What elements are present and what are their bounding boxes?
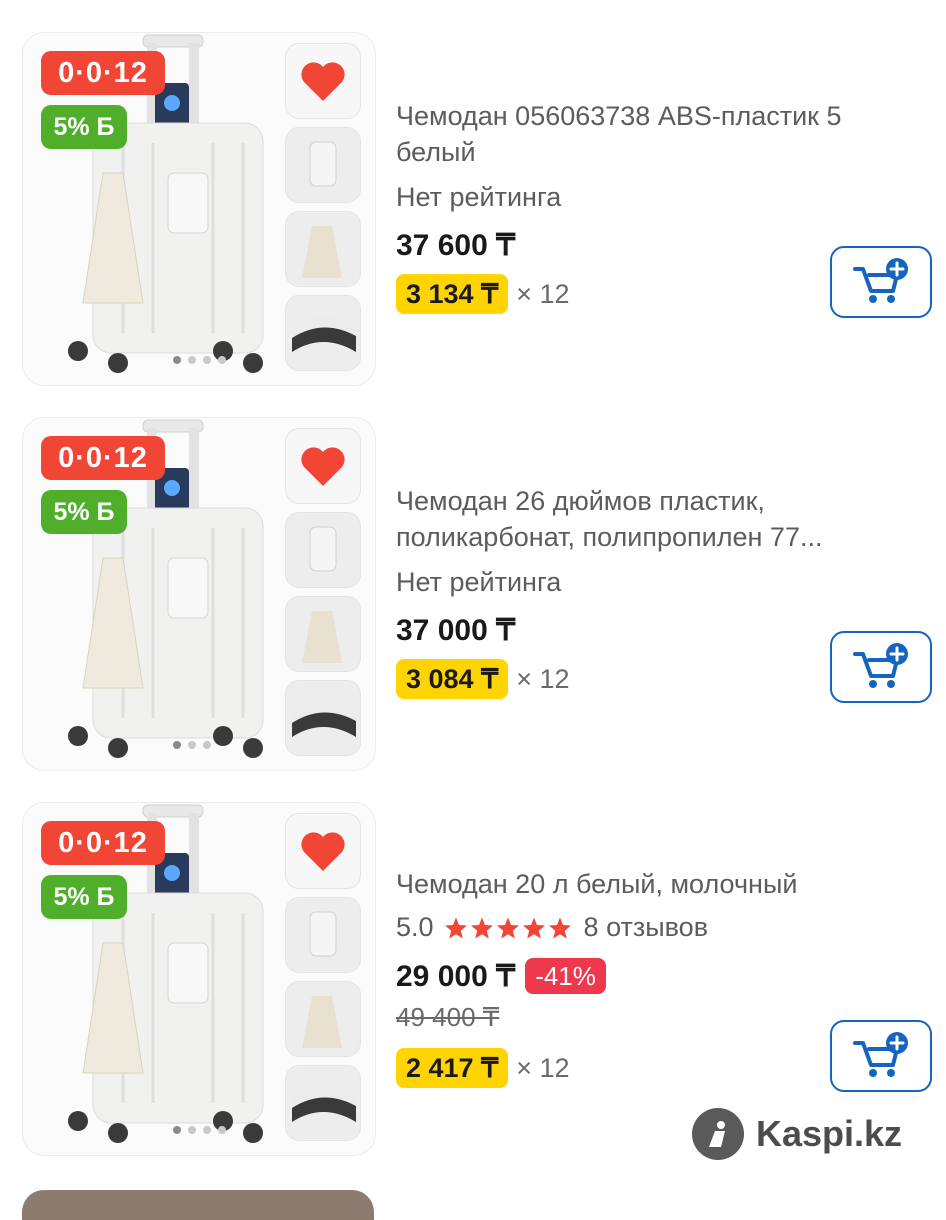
product-image-gallery[interactable]: 0·0·12 5% Б	[22, 417, 376, 771]
cart-add-icon	[853, 258, 908, 303]
thumbnail-bag[interactable]	[285, 596, 361, 672]
installment-badge: 0·0·12	[41, 821, 165, 865]
watermark-text: Kaspi.kz	[756, 1113, 903, 1154]
next-product-card-partial[interactable]	[22, 1190, 374, 1220]
cart-add-icon	[853, 643, 908, 688]
product-title-line: Чемодан 20 л белый, молочный	[396, 869, 798, 899]
thumbnail-material[interactable]	[285, 680, 361, 756]
star-icon	[522, 917, 545, 938]
add-to-cart-button[interactable]	[830, 246, 932, 318]
heart-icon	[301, 62, 345, 101]
monthly-payment-amount: 2 417 ₸	[396, 1048, 509, 1088]
product-title-line: Чемодан 26 дюймов пластик,	[396, 486, 765, 516]
monthly-payment: 3 134 ₸ × 12	[396, 274, 570, 314]
star-icon	[444, 917, 467, 938]
product-title-line: Чемодан 056063738 ABS-пластик 5	[396, 101, 842, 131]
payment-term: × 12	[516, 278, 570, 309]
add-to-cart-button[interactable]	[830, 1020, 932, 1092]
monthly-payment: 2 417 ₸ × 12	[396, 1048, 570, 1088]
gallery-dots	[173, 356, 226, 364]
price-value: 29 000 ₸	[396, 959, 516, 993]
heart-icon	[301, 832, 345, 871]
rating-row: 5.0 8 отзывов	[396, 912, 708, 943]
favorite-button[interactable]	[285, 428, 361, 504]
bonus-badge: 5% Б	[41, 875, 127, 919]
thumbnail-strip	[285, 43, 361, 379]
product-title-line: поликарбонат, полипропилен 77...	[396, 522, 823, 552]
thumbnail-cup[interactable]	[285, 127, 361, 203]
thumbnail-cup[interactable]	[285, 512, 361, 588]
product-title[interactable]: Чемодан 26 дюймов пластик, поликарбонат,…	[396, 483, 916, 555]
add-to-cart-button[interactable]	[830, 631, 932, 703]
star-icon	[548, 917, 571, 938]
reviews-link[interactable]: 8 отзывов	[584, 912, 709, 943]
thumbnail-bag[interactable]	[285, 981, 361, 1057]
price: 37 600 ₸	[396, 228, 515, 263]
thumbnail-bag[interactable]	[285, 211, 361, 287]
rating-text: Нет рейтинга	[396, 182, 562, 212]
product-title-line: белый	[396, 137, 476, 167]
favorite-button[interactable]	[285, 813, 361, 889]
rating-value: 5.0	[396, 912, 434, 942]
thumbnail-strip	[285, 428, 361, 764]
heart-icon	[301, 447, 345, 486]
favorite-button[interactable]	[285, 43, 361, 119]
product-title[interactable]: Чемодан 056063738 ABS-пластик 5 белый	[396, 98, 916, 170]
kaspi-logo-icon	[692, 1108, 744, 1160]
price: 37 000 ₸	[396, 613, 515, 648]
kaspi-watermark: Kaspi.kz	[692, 1108, 902, 1160]
star-icon	[496, 917, 519, 938]
star-rating	[444, 916, 572, 940]
thumbnail-material[interactable]	[285, 295, 361, 371]
bonus-badge: 5% Б	[41, 490, 127, 534]
product-image-gallery[interactable]: 0·0·12 5% Б	[22, 802, 376, 1156]
thumbnail-strip	[285, 813, 361, 1149]
star-icon	[470, 917, 493, 938]
price: 29 000 ₸ -41%	[396, 958, 606, 994]
old-price: 49 400 ₸	[396, 1002, 500, 1032]
thumbnail-cup[interactable]	[285, 897, 361, 973]
rating-text: Нет рейтинга	[396, 567, 562, 597]
cart-add-icon	[853, 1032, 908, 1077]
gallery-dots	[173, 1126, 226, 1134]
price-value: 37 000 ₸	[396, 614, 516, 647]
monthly-payment-amount: 3 084 ₸	[396, 659, 509, 699]
product-card[interactable]: 0·0·12 5% Б Чемодан 26 дюймов пластик, п…	[0, 417, 946, 787]
monthly-payment-amount: 3 134 ₸	[396, 274, 509, 314]
thumbnail-material[interactable]	[285, 1065, 361, 1141]
product-card[interactable]: 0·0·12 5% Б Чемодан 056063738 ABS-пласти…	[0, 32, 946, 402]
gallery-dots	[173, 741, 211, 749]
monthly-payment: 3 084 ₸ × 12	[396, 659, 570, 699]
product-title[interactable]: Чемодан 20 л белый, молочный	[396, 866, 916, 902]
installment-badge: 0·0·12	[41, 436, 165, 480]
installment-badge: 0·0·12	[41, 51, 165, 95]
price-value: 37 600 ₸	[396, 229, 516, 262]
product-image-gallery[interactable]: 0·0·12 5% Б	[22, 32, 376, 386]
discount-badge: -41%	[525, 958, 606, 994]
payment-term: × 12	[516, 1052, 570, 1083]
payment-term: × 12	[516, 663, 570, 694]
bonus-badge: 5% Б	[41, 105, 127, 149]
